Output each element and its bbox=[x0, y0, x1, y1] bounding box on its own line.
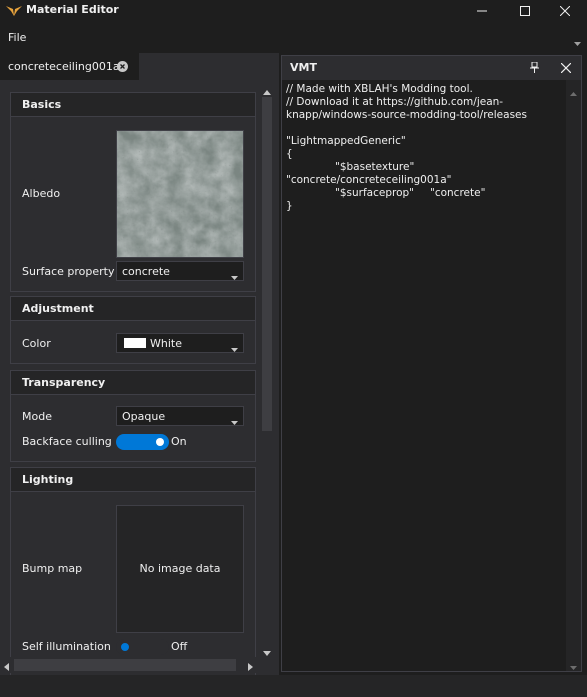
surface-property-label: Surface property bbox=[22, 265, 115, 278]
adjustment-header: Adjustment bbox=[11, 297, 255, 321]
bump-map-preview[interactable]: No image data bbox=[116, 505, 244, 633]
vmt-line: "concrete/concreteceiling001a" bbox=[286, 174, 452, 186]
close-window-button[interactable] bbox=[543, 0, 587, 22]
vmt-line: // Download it at https://github.com/jea… bbox=[286, 96, 504, 108]
toggle-knob bbox=[156, 438, 164, 446]
adjustment-title: Adjustment bbox=[22, 302, 94, 315]
color-swatch bbox=[124, 338, 146, 348]
vmt-panel: VMT // Made with XBLAH's Modding tool. /… bbox=[281, 55, 582, 672]
vmt-text-editor[interactable]: // Made with XBLAH's Modding tool. // Do… bbox=[282, 80, 566, 671]
adjustment-group: Adjustment Color White bbox=[10, 296, 256, 364]
properties-panel: Basics Albedo Surface property concrete … bbox=[0, 80, 279, 697]
scroll-down-icon[interactable] bbox=[570, 660, 577, 673]
vmt-vertical-scrollbar[interactable] bbox=[566, 80, 581, 671]
menu-overflow-icon[interactable] bbox=[574, 36, 581, 49]
backface-culling-label: Backface culling bbox=[22, 435, 112, 448]
tab-concreteceiling001a[interactable]: concreteceiling001a bbox=[0, 53, 139, 80]
minimize-button[interactable] bbox=[460, 0, 504, 22]
self-illumination-state: Off bbox=[171, 640, 188, 653]
status-bar bbox=[0, 675, 587, 697]
document-tab-strip: concreteceiling001a bbox=[0, 53, 279, 80]
close-icon[interactable] bbox=[560, 62, 572, 76]
basics-title: Basics bbox=[22, 98, 62, 111]
chevron-down-icon bbox=[231, 342, 238, 355]
color-label: Color bbox=[22, 337, 51, 350]
albedo-texture-preview[interactable] bbox=[116, 130, 244, 258]
vmt-title: VMT bbox=[290, 61, 317, 74]
albedo-label: Albedo bbox=[22, 187, 61, 200]
scroll-left-icon[interactable] bbox=[4, 661, 9, 674]
chevron-down-icon bbox=[231, 415, 238, 428]
properties-vertical-scrollbar[interactable] bbox=[257, 80, 279, 657]
transparency-title: Transparency bbox=[22, 376, 106, 389]
mode-dropdown[interactable]: Opaque bbox=[116, 406, 244, 426]
menu-bar: File bbox=[0, 27, 587, 49]
color-dropdown[interactable]: White bbox=[116, 333, 244, 353]
self-illumination-label: Self illumination bbox=[22, 640, 111, 653]
scrollbar-corner bbox=[257, 657, 279, 673]
horizontal-scroll-thumb[interactable] bbox=[14, 659, 236, 671]
minimize-icon bbox=[477, 6, 487, 16]
vmt-header: VMT bbox=[282, 56, 581, 80]
vmt-line: "$surfaceprop" bbox=[335, 187, 414, 199]
tab-close-icon[interactable] bbox=[117, 61, 128, 75]
backface-culling-toggle[interactable] bbox=[116, 434, 169, 450]
chevron-down-icon bbox=[231, 270, 238, 283]
color-value: White bbox=[150, 337, 182, 350]
vmt-line: "concrete" bbox=[430, 187, 486, 199]
mode-value: Opaque bbox=[122, 410, 166, 423]
vmt-line: "LightmappedGeneric" bbox=[286, 135, 406, 147]
surface-property-dropdown[interactable]: concrete bbox=[116, 261, 244, 281]
menu-file[interactable]: File bbox=[8, 31, 26, 44]
surface-property-value: concrete bbox=[122, 265, 170, 278]
vmt-line: "$basetexture" bbox=[335, 161, 415, 173]
transparency-header: Transparency bbox=[11, 371, 255, 395]
title-bar: Material Editor bbox=[0, 0, 587, 22]
vmt-line: { bbox=[286, 148, 293, 160]
vmt-line: } bbox=[286, 200, 293, 212]
toggle-knob bbox=[121, 643, 129, 651]
maximize-icon bbox=[520, 6, 530, 16]
vmt-line: knapp/windows-source-modding-tool/releas… bbox=[286, 109, 527, 121]
bump-map-label: Bump map bbox=[22, 562, 83, 575]
lighting-title: Lighting bbox=[22, 473, 74, 486]
self-illumination-toggle[interactable] bbox=[116, 639, 169, 655]
window-title: Material Editor bbox=[26, 3, 119, 16]
lighting-header: Lighting bbox=[11, 468, 255, 492]
app-logo-icon bbox=[6, 5, 22, 17]
properties-horizontal-scrollbar[interactable] bbox=[0, 657, 257, 673]
scroll-right-icon[interactable] bbox=[248, 661, 253, 674]
scroll-up-icon[interactable] bbox=[570, 86, 577, 99]
backface-culling-state: On bbox=[171, 435, 187, 448]
bump-map-placeholder: No image data bbox=[139, 562, 221, 575]
vertical-scroll-thumb[interactable] bbox=[262, 97, 272, 431]
close-icon bbox=[560, 6, 570, 16]
pin-icon[interactable] bbox=[530, 61, 539, 76]
maximize-button[interactable] bbox=[503, 0, 547, 22]
vmt-line: // Made with XBLAH's Modding tool. bbox=[286, 83, 473, 95]
mode-label: Mode bbox=[22, 410, 52, 423]
transparency-group: Transparency Mode Opaque Backface cullin… bbox=[10, 370, 256, 462]
basics-group: Basics Albedo Surface property concrete bbox=[10, 92, 256, 292]
basics-header: Basics bbox=[11, 93, 255, 117]
tab-label: concreteceiling001a bbox=[8, 60, 120, 73]
